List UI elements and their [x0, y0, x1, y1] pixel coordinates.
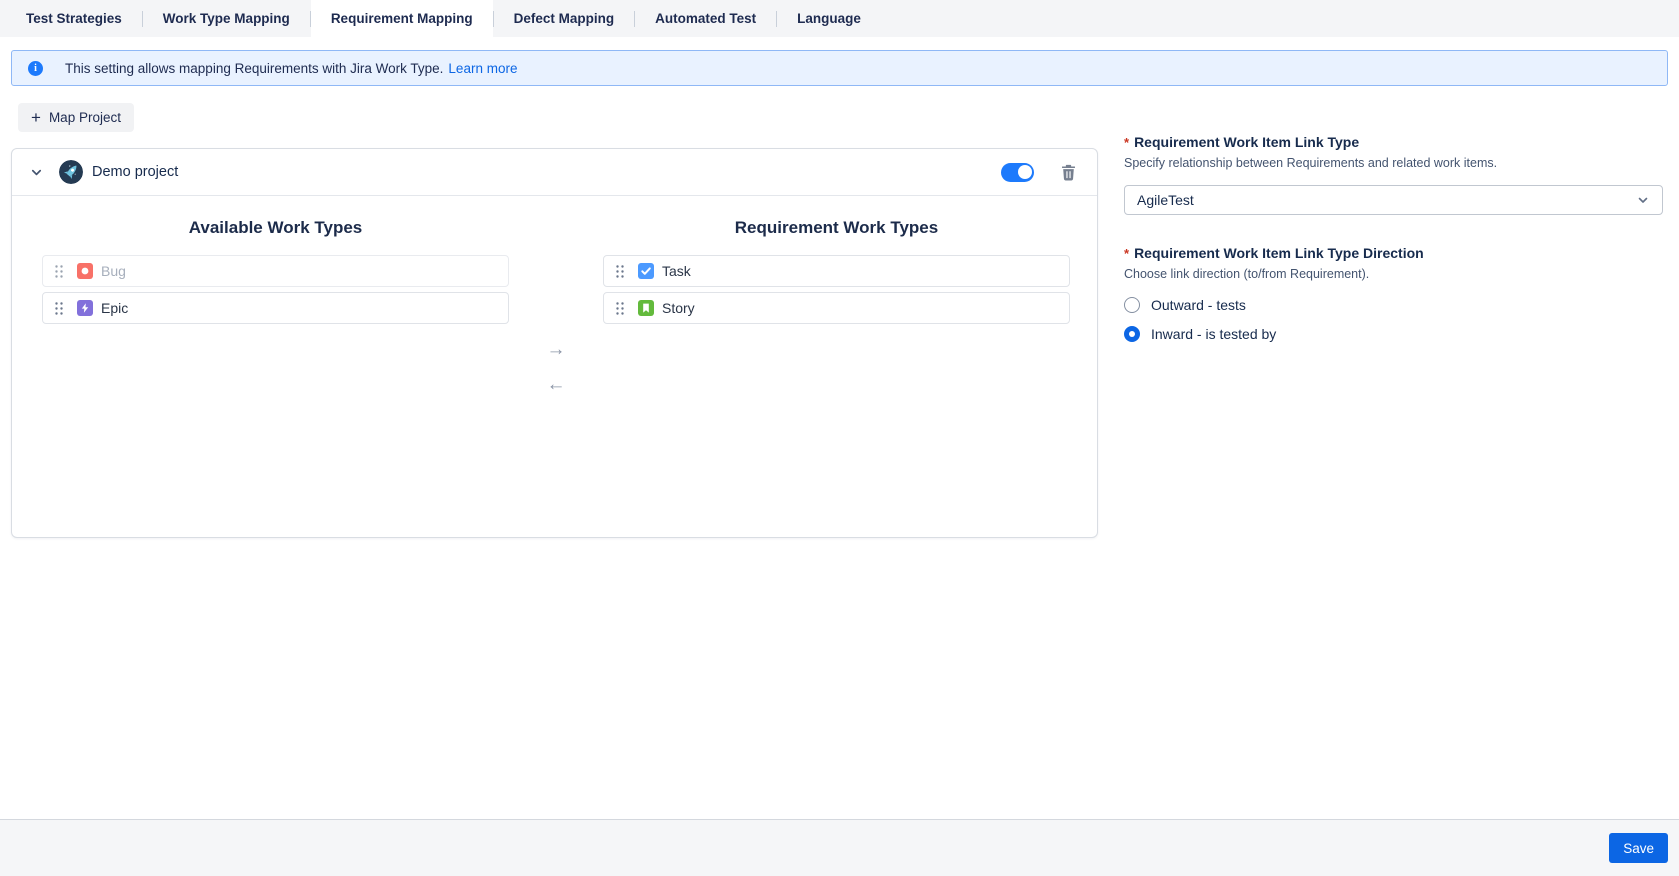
tab-automated-test[interactable]: Automated Test [635, 0, 776, 37]
link-direction-radio-group: Outward - tests Inward - is tested by [1124, 297, 1663, 342]
link-type-label: * Requirement Work Item Link Type [1124, 134, 1663, 150]
link-direction-description: Choose link direction (to/from Requireme… [1124, 267, 1663, 281]
tab-test-strategies[interactable]: Test Strategies [6, 0, 142, 37]
map-project-button[interactable]: + Map Project [18, 103, 134, 132]
footer-bar: Save [0, 819, 1679, 876]
tab-defect-mapping[interactable]: Defect Mapping [494, 0, 635, 37]
work-type-label: Bug [101, 263, 126, 279]
available-work-types-column: Available Work Types Bug [42, 196, 509, 394]
project-mapping-panel: Demo project Available Work Types [11, 148, 1098, 538]
transfer-arrows: → ← [509, 196, 603, 394]
link-type-selected-value: AgileTest [1137, 192, 1636, 208]
info-icon: i [28, 61, 43, 76]
drag-handle-icon[interactable] [54, 301, 64, 316]
info-banner-text: This setting allows mapping Requirements… [65, 61, 443, 76]
required-marker: * [1124, 246, 1129, 261]
work-type-item-bug: Bug [42, 255, 509, 287]
toggle-knob [1018, 165, 1032, 179]
task-icon [638, 263, 654, 279]
project-name: Demo project [92, 164, 178, 180]
chevron-down-icon [1636, 193, 1650, 207]
requirement-settings: * Requirement Work Item Link Type Specif… [1124, 134, 1668, 342]
link-type-description: Specify relationship between Requirement… [1124, 156, 1663, 170]
requirement-column-title: Requirement Work Types [603, 218, 1070, 238]
drag-handle-icon[interactable] [54, 264, 64, 279]
drag-handle-icon[interactable] [615, 301, 625, 316]
story-icon [638, 300, 654, 316]
plus-icon: + [31, 109, 41, 126]
tab-bar: Test Strategies Work Type Mapping Requir… [0, 0, 1679, 37]
trash-icon [1060, 163, 1077, 181]
available-column-title: Available Work Types [42, 218, 509, 238]
required-marker: * [1124, 135, 1129, 150]
tab-language[interactable]: Language [777, 0, 881, 37]
epic-icon [77, 300, 93, 316]
move-right-icon[interactable]: → [547, 340, 566, 359]
radio-checked-icon[interactable] [1124, 326, 1140, 342]
move-left-icon[interactable]: ← [547, 375, 566, 394]
radio-unchecked-icon[interactable] [1124, 297, 1140, 313]
work-type-item-story[interactable]: Story [603, 292, 1070, 324]
radio-option-outward[interactable]: Outward - tests [1124, 297, 1663, 313]
requirement-work-types-column: Requirement Work Types Task [603, 196, 1070, 394]
project-avatar-rocket-icon [59, 160, 83, 184]
drag-handle-icon[interactable] [615, 264, 625, 279]
tab-work-type-mapping[interactable]: Work Type Mapping [143, 0, 310, 37]
save-button[interactable]: Save [1609, 833, 1668, 863]
delete-project-button[interactable] [1058, 161, 1079, 183]
work-type-label: Story [662, 300, 695, 316]
radio-option-label: Inward - is tested by [1151, 326, 1276, 342]
work-type-label: Epic [101, 300, 128, 316]
work-type-item-epic[interactable]: Epic [42, 292, 509, 324]
learn-more-link[interactable]: Learn more [448, 61, 517, 76]
tab-requirement-mapping[interactable]: Requirement Mapping [311, 0, 493, 37]
collapse-project-button[interactable] [28, 164, 45, 181]
chevron-down-icon [30, 166, 43, 179]
radio-option-label: Outward - tests [1151, 297, 1246, 313]
project-panel-header: Demo project [12, 149, 1097, 196]
work-type-label: Task [662, 263, 691, 279]
radio-option-inward[interactable]: Inward - is tested by [1124, 326, 1663, 342]
map-project-label: Map Project [49, 110, 121, 125]
link-type-select[interactable]: AgileTest [1124, 185, 1663, 215]
mapping-body: Available Work Types Bug [12, 196, 1097, 394]
info-banner: i This setting allows mapping Requiremen… [11, 50, 1668, 86]
bug-icon [77, 263, 93, 279]
link-direction-label: * Requirement Work Item Link Type Direct… [1124, 245, 1663, 261]
link-direction-label-text: Requirement Work Item Link Type Directio… [1134, 245, 1424, 261]
link-type-label-text: Requirement Work Item Link Type [1134, 134, 1359, 150]
project-enabled-toggle[interactable] [1001, 163, 1034, 182]
work-type-item-task[interactable]: Task [603, 255, 1070, 287]
